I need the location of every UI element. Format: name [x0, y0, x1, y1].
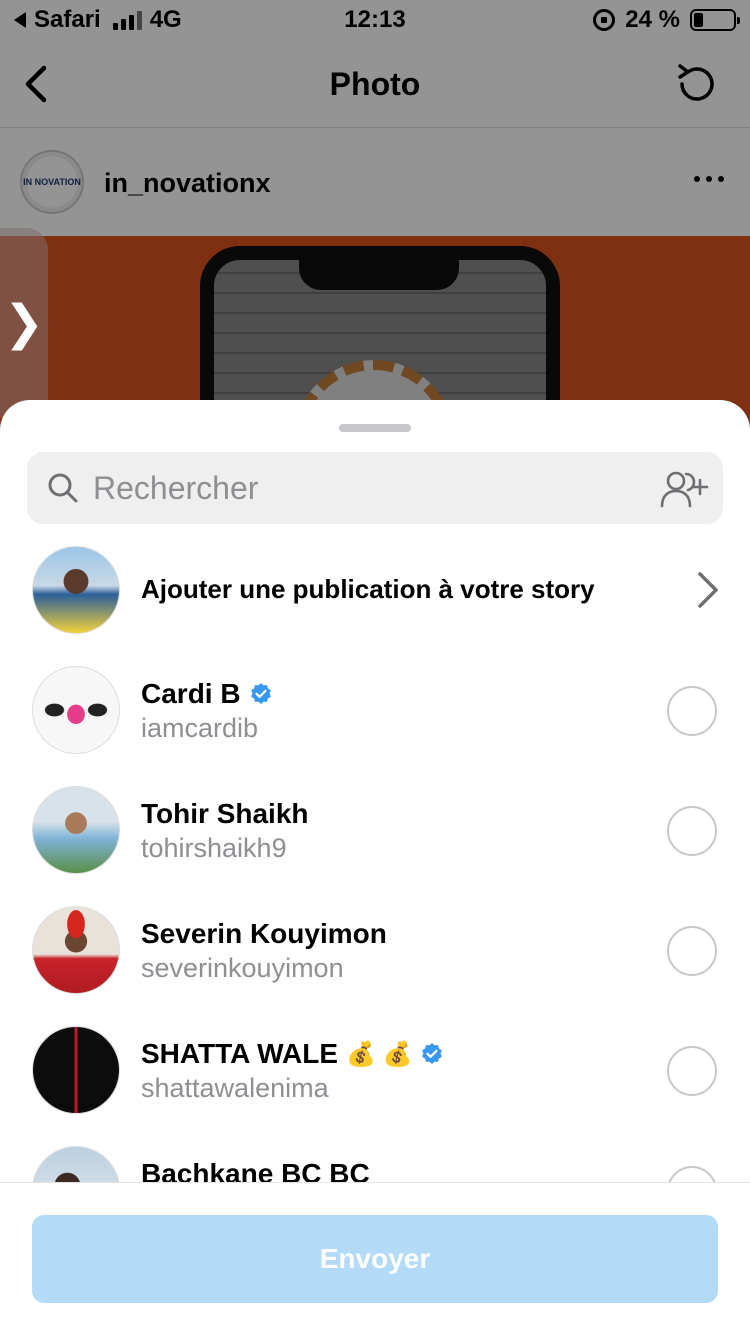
contact-handle: severinkouyimon: [141, 953, 344, 983]
contact-name: Cardi B: [141, 678, 241, 709]
contact-avatar: [32, 786, 120, 874]
contact-row[interactable]: SHATTA WALE 💰 💰 shattawalenima: [0, 1026, 750, 1114]
contact-handle: tohirshaikh9: [141, 833, 287, 863]
share-sheet: Ajouter une publication à votre story Ca…: [0, 400, 750, 1334]
contact-row[interactable]: Severin Kouyimon severinkouyimon: [0, 906, 750, 994]
sheet-footer: Envoyer: [0, 1182, 750, 1334]
search-input[interactable]: [93, 464, 633, 512]
verified-badge-icon: [422, 1043, 443, 1064]
add-to-story-label: Ajouter une publication à votre story: [141, 574, 595, 604]
contact-avatar: [32, 666, 120, 754]
contact-name-line: Cardi B: [141, 678, 273, 710]
add-people-icon[interactable]: [659, 470, 709, 510]
select-radio[interactable]: [667, 926, 717, 976]
contact-name: SHATTA WALE: [141, 1038, 339, 1069]
contact-name: Severin Kouyimon: [141, 918, 387, 949]
verified-badge-icon: [250, 683, 271, 704]
search-bar[interactable]: [27, 452, 723, 524]
contact-avatar: [32, 906, 120, 994]
select-radio[interactable]: [667, 1046, 717, 1096]
select-radio[interactable]: [667, 806, 717, 856]
contact-row[interactable]: Cardi B iamcardib: [0, 666, 750, 754]
chevron-right-icon: [698, 572, 718, 608]
contact-avatar: [32, 1026, 120, 1114]
side-expand-tab[interactable]: ❯: [0, 228, 48, 418]
contact-handle: shattawalenima: [141, 1073, 329, 1103]
contact-name: Tohir Shaikh: [141, 798, 309, 829]
select-radio[interactable]: [667, 686, 717, 736]
search-icon: [48, 473, 78, 503]
contact-name-line: SHATTA WALE 💰 💰: [141, 1038, 444, 1070]
chevron-right-icon: ❯: [3, 297, 45, 350]
sheet-drag-handle[interactable]: [339, 424, 411, 432]
contact-handle: iamcardib: [141, 713, 259, 743]
add-to-story-row[interactable]: Ajouter une publication à votre story: [0, 546, 750, 634]
money-bag-emoji: 💰 💰: [346, 1040, 413, 1068]
own-avatar: [32, 546, 120, 634]
send-button[interactable]: Envoyer: [32, 1215, 718, 1303]
contact-row[interactable]: Tohir Shaikh tohirshaikh9: [0, 786, 750, 874]
